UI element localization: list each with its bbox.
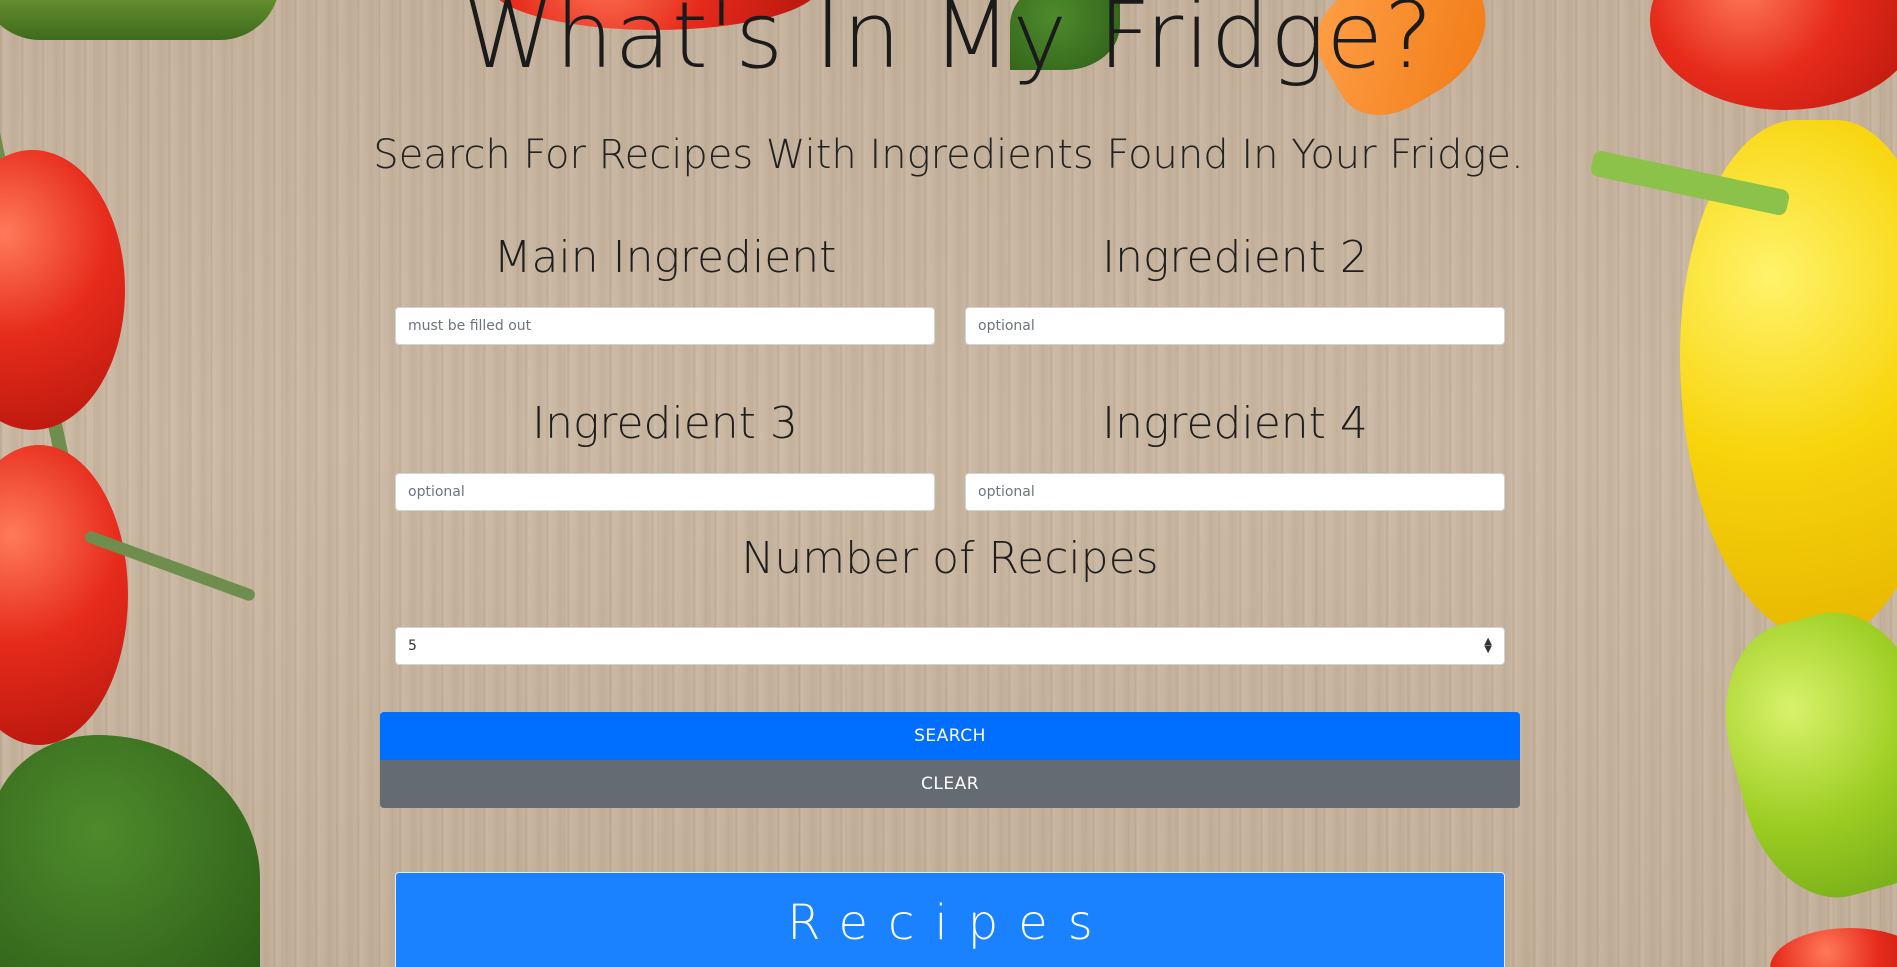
clear-button[interactable]: CLEAR [380, 760, 1520, 808]
main-ingredient-input[interactable] [395, 307, 935, 345]
page-title: What's In My Fridge? [463, 0, 1434, 89]
number-of-recipes-select[interactable]: 5 ▲ ▼ [395, 627, 1505, 665]
ingredient-2-label: Ingredient 2 [1102, 232, 1368, 283]
number-of-recipes-value: 5 [408, 638, 417, 654]
recipes-panel: Recipes [395, 872, 1505, 967]
ingredient-4-label: Ingredient 4 [1102, 398, 1368, 449]
ingredient-3-label: Ingredient 3 [532, 398, 798, 449]
page-container: What's In My Fridge? Search For Recipes … [0, 0, 1897, 967]
ingredient-4-input[interactable] [965, 473, 1505, 511]
ingredient-3-input[interactable] [395, 473, 935, 511]
select-arrows-icon: ▲ ▼ [1484, 636, 1492, 655]
number-of-recipes-label: Number of Recipes [741, 533, 1159, 584]
page-subtitle: Search For Recipes With Ingredients Foun… [373, 132, 1524, 178]
ingredient-2-input[interactable] [965, 307, 1505, 345]
main-ingredient-label: Main Ingredient [493, 232, 837, 283]
recipes-heading: Recipes [787, 895, 1113, 951]
search-button[interactable]: SEARCH [380, 712, 1520, 760]
